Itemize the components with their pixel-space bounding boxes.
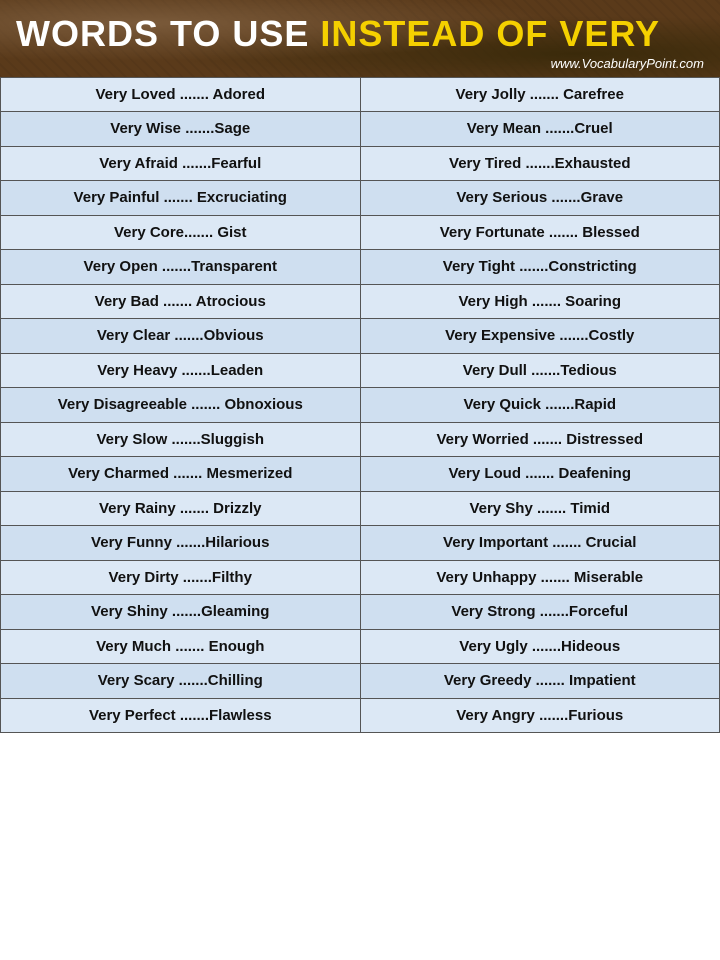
table-row: Very Painful ....... ExcruciatingVery Se…: [1, 181, 720, 216]
table-cell: Very Serious .......Grave: [360, 181, 720, 216]
table-cell: Very Tired .......Exhausted: [360, 146, 720, 181]
table-cell: Very Painful ....... Excruciating: [1, 181, 361, 216]
table-row: Very Rainy ....... DrizzlyVery Shy .....…: [1, 491, 720, 526]
table-cell: Very Scary .......Chilling: [1, 664, 361, 699]
table-row: Very Core....... GistVery Fortunate ....…: [1, 215, 720, 250]
table-cell: Very Rainy ....... Drizzly: [1, 491, 361, 526]
table-cell: Very Slow .......Sluggish: [1, 422, 361, 457]
table-row: Very Disagreeable ....... ObnoxiousVery …: [1, 388, 720, 423]
table-row: Very Shiny .......GleamingVery Strong ..…: [1, 595, 720, 630]
table-row: Very Dirty .......FilthyVery Unhappy ...…: [1, 560, 720, 595]
table-cell: Very Charmed ....... Mesmerized: [1, 457, 361, 492]
table-row: Very Open .......TransparentVery Tight .…: [1, 250, 720, 285]
table-row: Very Much ....... EnoughVery Ugly ......…: [1, 629, 720, 664]
table-cell: Very Wise .......Sage: [1, 112, 361, 147]
table-cell: Very Bad ....... Atrocious: [1, 284, 361, 319]
table-cell: Very Mean .......Cruel: [360, 112, 720, 147]
word-table-container: Very Loved ....... AdoredVery Jolly ....…: [0, 77, 720, 734]
page-title: WORDS TO USE INSTEAD OF VERY: [16, 14, 704, 54]
table-cell: Very Worried ....... Distressed: [360, 422, 720, 457]
table-cell: Very Clear .......Obvious: [1, 319, 361, 354]
table-cell: Very Unhappy ....... Miserable: [360, 560, 720, 595]
table-cell: Very Afraid .......Fearful: [1, 146, 361, 181]
title-highlight: INSTEAD OF VERY: [320, 13, 660, 54]
table-cell: Very Open .......Transparent: [1, 250, 361, 285]
table-cell: Very Strong .......Forceful: [360, 595, 720, 630]
website-label: www.VocabularyPoint.com: [16, 56, 704, 71]
table-cell: Very Perfect .......Flawless: [1, 698, 361, 733]
table-cell: Very Shiny .......Gleaming: [1, 595, 361, 630]
table-cell: Very Tight .......Constricting: [360, 250, 720, 285]
table-cell: Very Angry .......Furious: [360, 698, 720, 733]
table-row: Very Scary .......ChillingVery Greedy ..…: [1, 664, 720, 699]
table-row: Very Loved ....... AdoredVery Jolly ....…: [1, 77, 720, 112]
table-row: Very Funny .......HilariousVery Importan…: [1, 526, 720, 561]
table-cell: Very Loud ....... Deafening: [360, 457, 720, 492]
table-cell: Very Fortunate ....... Blessed: [360, 215, 720, 250]
table-row: Very Clear .......ObviousVery Expensive …: [1, 319, 720, 354]
table-cell: Very Much ....... Enough: [1, 629, 361, 664]
table-cell: Very Shy ....... Timid: [360, 491, 720, 526]
table-cell: Very Important ....... Crucial: [360, 526, 720, 561]
table-row: Very Slow .......SluggishVery Worried ..…: [1, 422, 720, 457]
word-table: Very Loved ....... AdoredVery Jolly ....…: [0, 77, 720, 734]
table-cell: Very Disagreeable ....... Obnoxious: [1, 388, 361, 423]
table-row: Very Perfect .......FlawlessVery Angry .…: [1, 698, 720, 733]
table-cell: Very Expensive .......Costly: [360, 319, 720, 354]
table-row: Very Wise .......SageVery Mean .......Cr…: [1, 112, 720, 147]
table-row: Very Heavy .......LeadenVery Dull ......…: [1, 353, 720, 388]
table-row: Very Afraid .......FearfulVery Tired ...…: [1, 146, 720, 181]
table-cell: Very Ugly .......Hideous: [360, 629, 720, 664]
table-row: Very Bad ....... AtrociousVery High ....…: [1, 284, 720, 319]
table-cell: Very Dirty .......Filthy: [1, 560, 361, 595]
table-row: Very Charmed ....... MesmerizedVery Loud…: [1, 457, 720, 492]
table-cell: Very Jolly ....... Carefree: [360, 77, 720, 112]
table-cell: Very Quick .......Rapid: [360, 388, 720, 423]
table-cell: Very Loved ....... Adored: [1, 77, 361, 112]
table-cell: Very Core....... Gist: [1, 215, 361, 250]
table-cell: Very Heavy .......Leaden: [1, 353, 361, 388]
table-cell: Very Greedy ....... Impatient: [360, 664, 720, 699]
table-cell: Very High ....... Soaring: [360, 284, 720, 319]
table-cell: Very Dull .......Tedious: [360, 353, 720, 388]
header: WORDS TO USE INSTEAD OF VERY www.Vocabul…: [0, 0, 720, 77]
table-cell: Very Funny .......Hilarious: [1, 526, 361, 561]
title-start: WORDS TO USE: [16, 13, 320, 54]
